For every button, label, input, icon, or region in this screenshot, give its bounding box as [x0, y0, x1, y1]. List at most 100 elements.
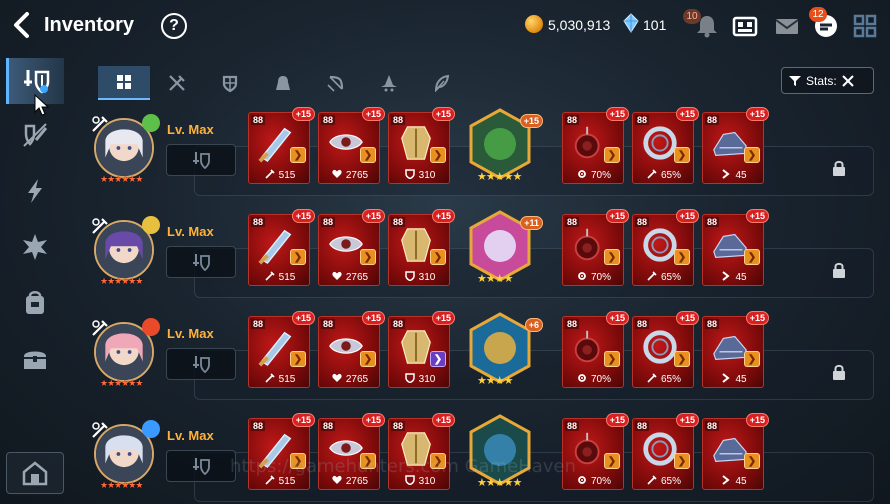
equipment-slot[interactable]: 88 +15 ❯ 45 — [702, 107, 769, 184]
lock-icon[interactable] — [832, 364, 846, 380]
equipment-level: 88 — [635, 217, 650, 227]
feather-icon — [434, 74, 450, 93]
equipment-slot[interactable]: 88 +15 ❯ 70% — [562, 209, 629, 286]
equipment-slot[interactable]: 88 +15 ❯ 70% — [562, 107, 629, 184]
home-button[interactable] — [6, 452, 64, 494]
mail-badge: 12 — [809, 7, 827, 22]
equipment-slot[interactable]: 88 +15 ❯ 65% — [632, 107, 699, 184]
shield-stat-icon — [404, 372, 415, 386]
enhance-badge: +15 — [675, 107, 699, 121]
heart-stat-icon — [332, 373, 342, 386]
empty-equip-slot[interactable] — [166, 246, 236, 278]
stat-value: 515 — [278, 169, 296, 181]
crystal-amount: 101 — [643, 17, 667, 33]
hero-class-icon — [92, 320, 108, 336]
set-icon: ❯ — [604, 249, 620, 265]
stat-value: 2765 — [345, 271, 369, 283]
menu-grid-icon[interactable] — [851, 12, 879, 40]
watermark-text: https://gamehunters.com GameHaven — [230, 456, 576, 477]
equipment-slot[interactable]: 88 +15 ❯ 515 — [248, 413, 315, 490]
empty-equip-slot[interactable] — [166, 348, 236, 380]
set-icon: ❯ — [744, 351, 760, 367]
equipment-slot[interactable]: 88 +15 ❯ 310 — [388, 413, 455, 490]
hero-row[interactable]: ★★★★★★ Lv. Max 88 +15 ❯ 515 88 +15 ❯ 2765 — [84, 107, 874, 204]
equipment-slot[interactable]: 88 +15 ❯ 70% — [562, 413, 629, 490]
sidebar-item-bag[interactable] — [6, 280, 64, 326]
artifact-enhance-badge: +6 — [524, 318, 543, 332]
equipment-level: 88 — [565, 319, 580, 329]
equipment-slot[interactable]: 88 +15 ❯ 65% — [632, 311, 699, 388]
team-icon[interactable] — [731, 12, 759, 40]
equipment-level: 88 — [391, 319, 406, 329]
gear-stat-icon — [577, 169, 587, 182]
sword-stat-icon — [647, 474, 657, 488]
enhance-badge: +15 — [431, 311, 455, 325]
stat-value: 310 — [418, 169, 436, 181]
gear-stat-icon — [577, 373, 587, 386]
artifact-stars: ★★★★★ — [477, 171, 522, 183]
empty-equip-slot[interactable] — [166, 450, 236, 482]
equipment-slot[interactable]: 88 +15 ❯ 515 — [248, 107, 315, 184]
equipment-level: 88 — [391, 115, 406, 125]
tab-armor[interactable] — [257, 66, 309, 100]
sidebar-item-chest[interactable] — [6, 336, 64, 382]
equipment-level: 88 — [635, 421, 650, 431]
stat-value: 45 — [735, 271, 747, 283]
hero-row[interactable]: ★★★★★★ Lv. Max 88 +15 ❯ 515 88 +15 ❯ 2765 — [84, 209, 874, 306]
set-icon: ❯ — [430, 249, 446, 265]
equipment-slot[interactable]: 88 +15 ❯ 65% — [632, 209, 699, 286]
equipment-slot[interactable]: 88 +15 ❯ 515 — [248, 209, 315, 286]
sidebar-item-unequipped[interactable] — [6, 112, 64, 158]
equipment-slot[interactable]: 88 +15 ❯ 2765 — [318, 413, 385, 490]
enhance-badge: +15 — [361, 107, 385, 121]
mail-icon[interactable] — [773, 12, 801, 40]
stat-value: 70% — [590, 475, 611, 487]
tab-helmet[interactable] — [204, 66, 256, 100]
equipment-slot[interactable]: 88 +15 ❯ 310 — [388, 107, 455, 184]
tab-boots[interactable] — [416, 66, 468, 100]
equipment-stat: 70% — [563, 268, 625, 286]
equipment-slot[interactable]: 88 +15 ❯ 45 — [702, 413, 769, 490]
lock-icon[interactable] — [832, 262, 846, 278]
set-icon: ❯ — [744, 147, 760, 163]
back-icon[interactable] — [10, 11, 34, 39]
equipment-slot[interactable]: 88 +15 ❯ 2765 — [318, 209, 385, 286]
artifact-slot[interactable]: +6 ★★★★ — [465, 312, 543, 392]
hero-row[interactable]: ★★★★★★ Lv. Max 88 +15 ❯ 515 88 +15 ❯ 2765 — [84, 311, 874, 408]
equipment-slot[interactable]: 88 +15 ❯ 515 — [248, 311, 315, 388]
lock-icon[interactable] — [832, 160, 846, 176]
enhance-badge: +15 — [605, 311, 629, 325]
equipment-slot[interactable]: 88 +15 ❯ 310 — [388, 311, 455, 388]
stats-filter-button[interactable]: Stats: — [781, 67, 874, 94]
enhance-badge: +15 — [291, 209, 315, 223]
stat-value: 65% — [660, 373, 681, 385]
artifact-slot[interactable]: ★★★★★ — [465, 414, 535, 494]
equipment-slot[interactable]: 88 +15 ❯ 310 — [388, 209, 455, 286]
equipment-slot[interactable]: 88 +15 ❯ 2765 — [318, 311, 385, 388]
home-icon — [22, 461, 48, 486]
empty-equip-slot[interactable] — [166, 144, 236, 176]
equipment-level: 88 — [635, 115, 650, 125]
tab-all[interactable] — [98, 66, 150, 100]
equipment-slot[interactable]: 88 +15 ❯ 45 — [702, 311, 769, 388]
tab-necklace[interactable] — [310, 66, 362, 100]
tab-weapon[interactable] — [151, 66, 203, 100]
equipment-slot[interactable]: 88 +15 ❯ 45 — [702, 209, 769, 286]
sword-shield-off-icon — [23, 123, 48, 147]
artifact-slot[interactable]: +11 ★★★★ — [465, 210, 543, 290]
lightning-icon — [28, 179, 42, 203]
equipment-level: 88 — [705, 217, 720, 227]
help-button[interactable]: ? — [161, 13, 187, 39]
equipment-slot[interactable]: 88 +15 ❯ 2765 — [318, 107, 385, 184]
enhance-badge: +15 — [675, 209, 699, 223]
equipment-slot[interactable]: 88 +15 ❯ 65% — [632, 413, 699, 490]
equipment-slot[interactable]: 88 +15 ❯ 70% — [562, 311, 629, 388]
gold-amount: 5,030,913 — [548, 17, 611, 33]
filter-icon — [789, 75, 801, 86]
sidebar-item-skill[interactable] — [6, 168, 64, 214]
sidebar-item-burst[interactable] — [6, 224, 64, 270]
tab-ring[interactable] — [363, 66, 415, 100]
artifact-slot[interactable]: +15 ★★★★★ — [465, 108, 543, 188]
set-icon: ❯ — [360, 249, 376, 265]
element-icon — [142, 114, 160, 132]
